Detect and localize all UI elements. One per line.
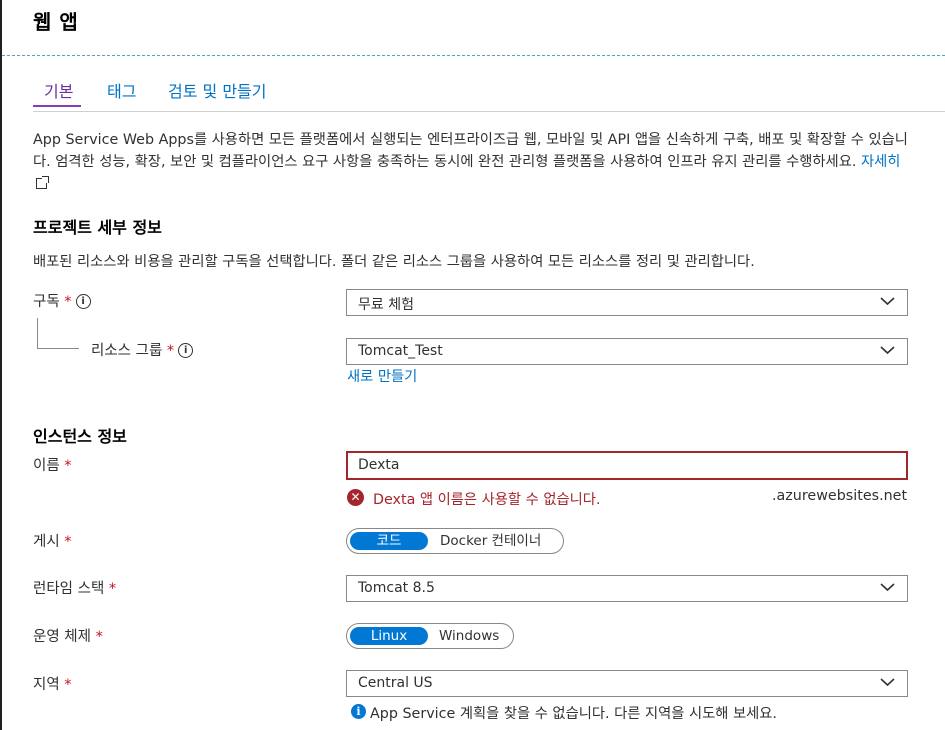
os-toggle: Linux Windows xyxy=(346,623,514,649)
intro-description: App Service Web Apps를 사용하면 모든 플랫폼에서 실행되는… xyxy=(33,129,913,195)
region-label-text: 지역 xyxy=(33,677,60,693)
os-label: 운영 체제 * xyxy=(33,625,103,646)
intro-text: App Service Web Apps를 사용하면 모든 플랫폼에서 실행되는… xyxy=(33,132,908,170)
tab-review-create[interactable]: 검토 및 만들기 xyxy=(168,78,267,102)
required-asterisk: * xyxy=(108,581,117,597)
name-label-text: 이름 xyxy=(33,458,60,474)
app-name-input[interactable]: Dexta xyxy=(346,451,908,480)
tab-basics[interactable]: 기본 xyxy=(44,78,73,102)
chevron-down-icon xyxy=(880,346,895,355)
publish-label-text: 게시 xyxy=(33,534,60,550)
name-label: 이름 * xyxy=(33,454,72,475)
tab-tags[interactable]: 태그 xyxy=(107,78,136,102)
publish-option-docker[interactable]: Docker 컨테이너 xyxy=(440,532,541,550)
chevron-down-icon xyxy=(880,297,895,306)
page-title: 웹 앱 xyxy=(33,10,79,34)
resource-group-dropdown[interactable]: Tomcat_Test xyxy=(346,338,908,365)
publish-toggle: 코드 Docker 컨테이너 xyxy=(346,528,564,554)
required-asterisk: * xyxy=(64,458,72,474)
instance-details-title: 인스턴스 정보 xyxy=(33,427,127,446)
required-asterisk: * xyxy=(64,677,72,693)
chevron-down-icon xyxy=(880,678,895,687)
publish-label: 게시 * xyxy=(33,530,72,551)
runtime-label-text: 런타임 스택 xyxy=(33,581,105,597)
info-icon[interactable]: i xyxy=(75,293,91,309)
tabs-divider xyxy=(33,111,945,112)
runtime-stack-value: Tomcat 8.5 xyxy=(358,580,435,596)
runtime-stack-dropdown[interactable]: Tomcat 8.5 xyxy=(346,575,908,602)
region-label: 지역 * xyxy=(33,673,72,694)
info-icon[interactable]: i xyxy=(178,342,194,358)
external-link-icon[interactable] xyxy=(36,176,49,189)
learn-more-link[interactable]: 자세히 xyxy=(861,154,900,170)
tree-connector-horizontal xyxy=(37,348,79,349)
error-icon: ✕ xyxy=(347,489,364,506)
app-name-value: Dexta xyxy=(358,457,400,473)
project-details-description: 배포된 리소스와 비용을 관리할 구독을 선택합니다. 폴더 같은 리소스 그룹… xyxy=(33,254,755,270)
runtime-label: 런타임 스택 * xyxy=(33,577,116,598)
active-tab-indicator xyxy=(33,105,81,107)
required-asterisk: * xyxy=(95,629,103,645)
os-label-text: 운영 체제 xyxy=(33,629,91,645)
subscription-value: 무료 체험 xyxy=(358,297,414,313)
resource-group-label-text: 리소스 그룹 xyxy=(91,343,163,359)
subscription-label: 구독 * i xyxy=(33,290,91,311)
name-error-message: Dexta 앱 이름은 사용할 수 없습니다. xyxy=(373,492,601,508)
required-asterisk: * xyxy=(64,294,72,310)
info-filled-icon: i xyxy=(351,704,366,719)
required-asterisk: * xyxy=(166,343,175,359)
chevron-down-icon xyxy=(880,583,895,592)
resource-group-value: Tomcat_Test xyxy=(358,343,443,359)
os-option-windows[interactable]: Windows xyxy=(439,627,499,645)
domain-suffix: .azurewebsites.net xyxy=(772,488,908,504)
window-left-edge xyxy=(0,0,2,730)
resource-group-label: 리소스 그룹 * i xyxy=(91,339,194,360)
project-details-title: 프로젝트 세부 정보 xyxy=(33,218,162,237)
region-dropdown[interactable]: Central US xyxy=(346,670,908,697)
os-option-linux[interactable]: Linux xyxy=(350,627,428,645)
subscription-dropdown[interactable]: 무료 체험 xyxy=(346,289,908,316)
required-asterisk: * xyxy=(64,534,72,550)
create-new-resource-group-link[interactable]: 새로 만들기 xyxy=(347,365,417,386)
tree-connector-vertical xyxy=(37,318,38,348)
header-divider xyxy=(2,55,945,56)
publish-option-code[interactable]: 코드 xyxy=(350,532,428,550)
region-value: Central US xyxy=(358,675,433,691)
region-hint-message: App Service 계획을 찾을 수 없습니다. 다른 지역을 시도해 보세… xyxy=(370,706,777,722)
subscription-label-text: 구독 xyxy=(33,294,60,310)
